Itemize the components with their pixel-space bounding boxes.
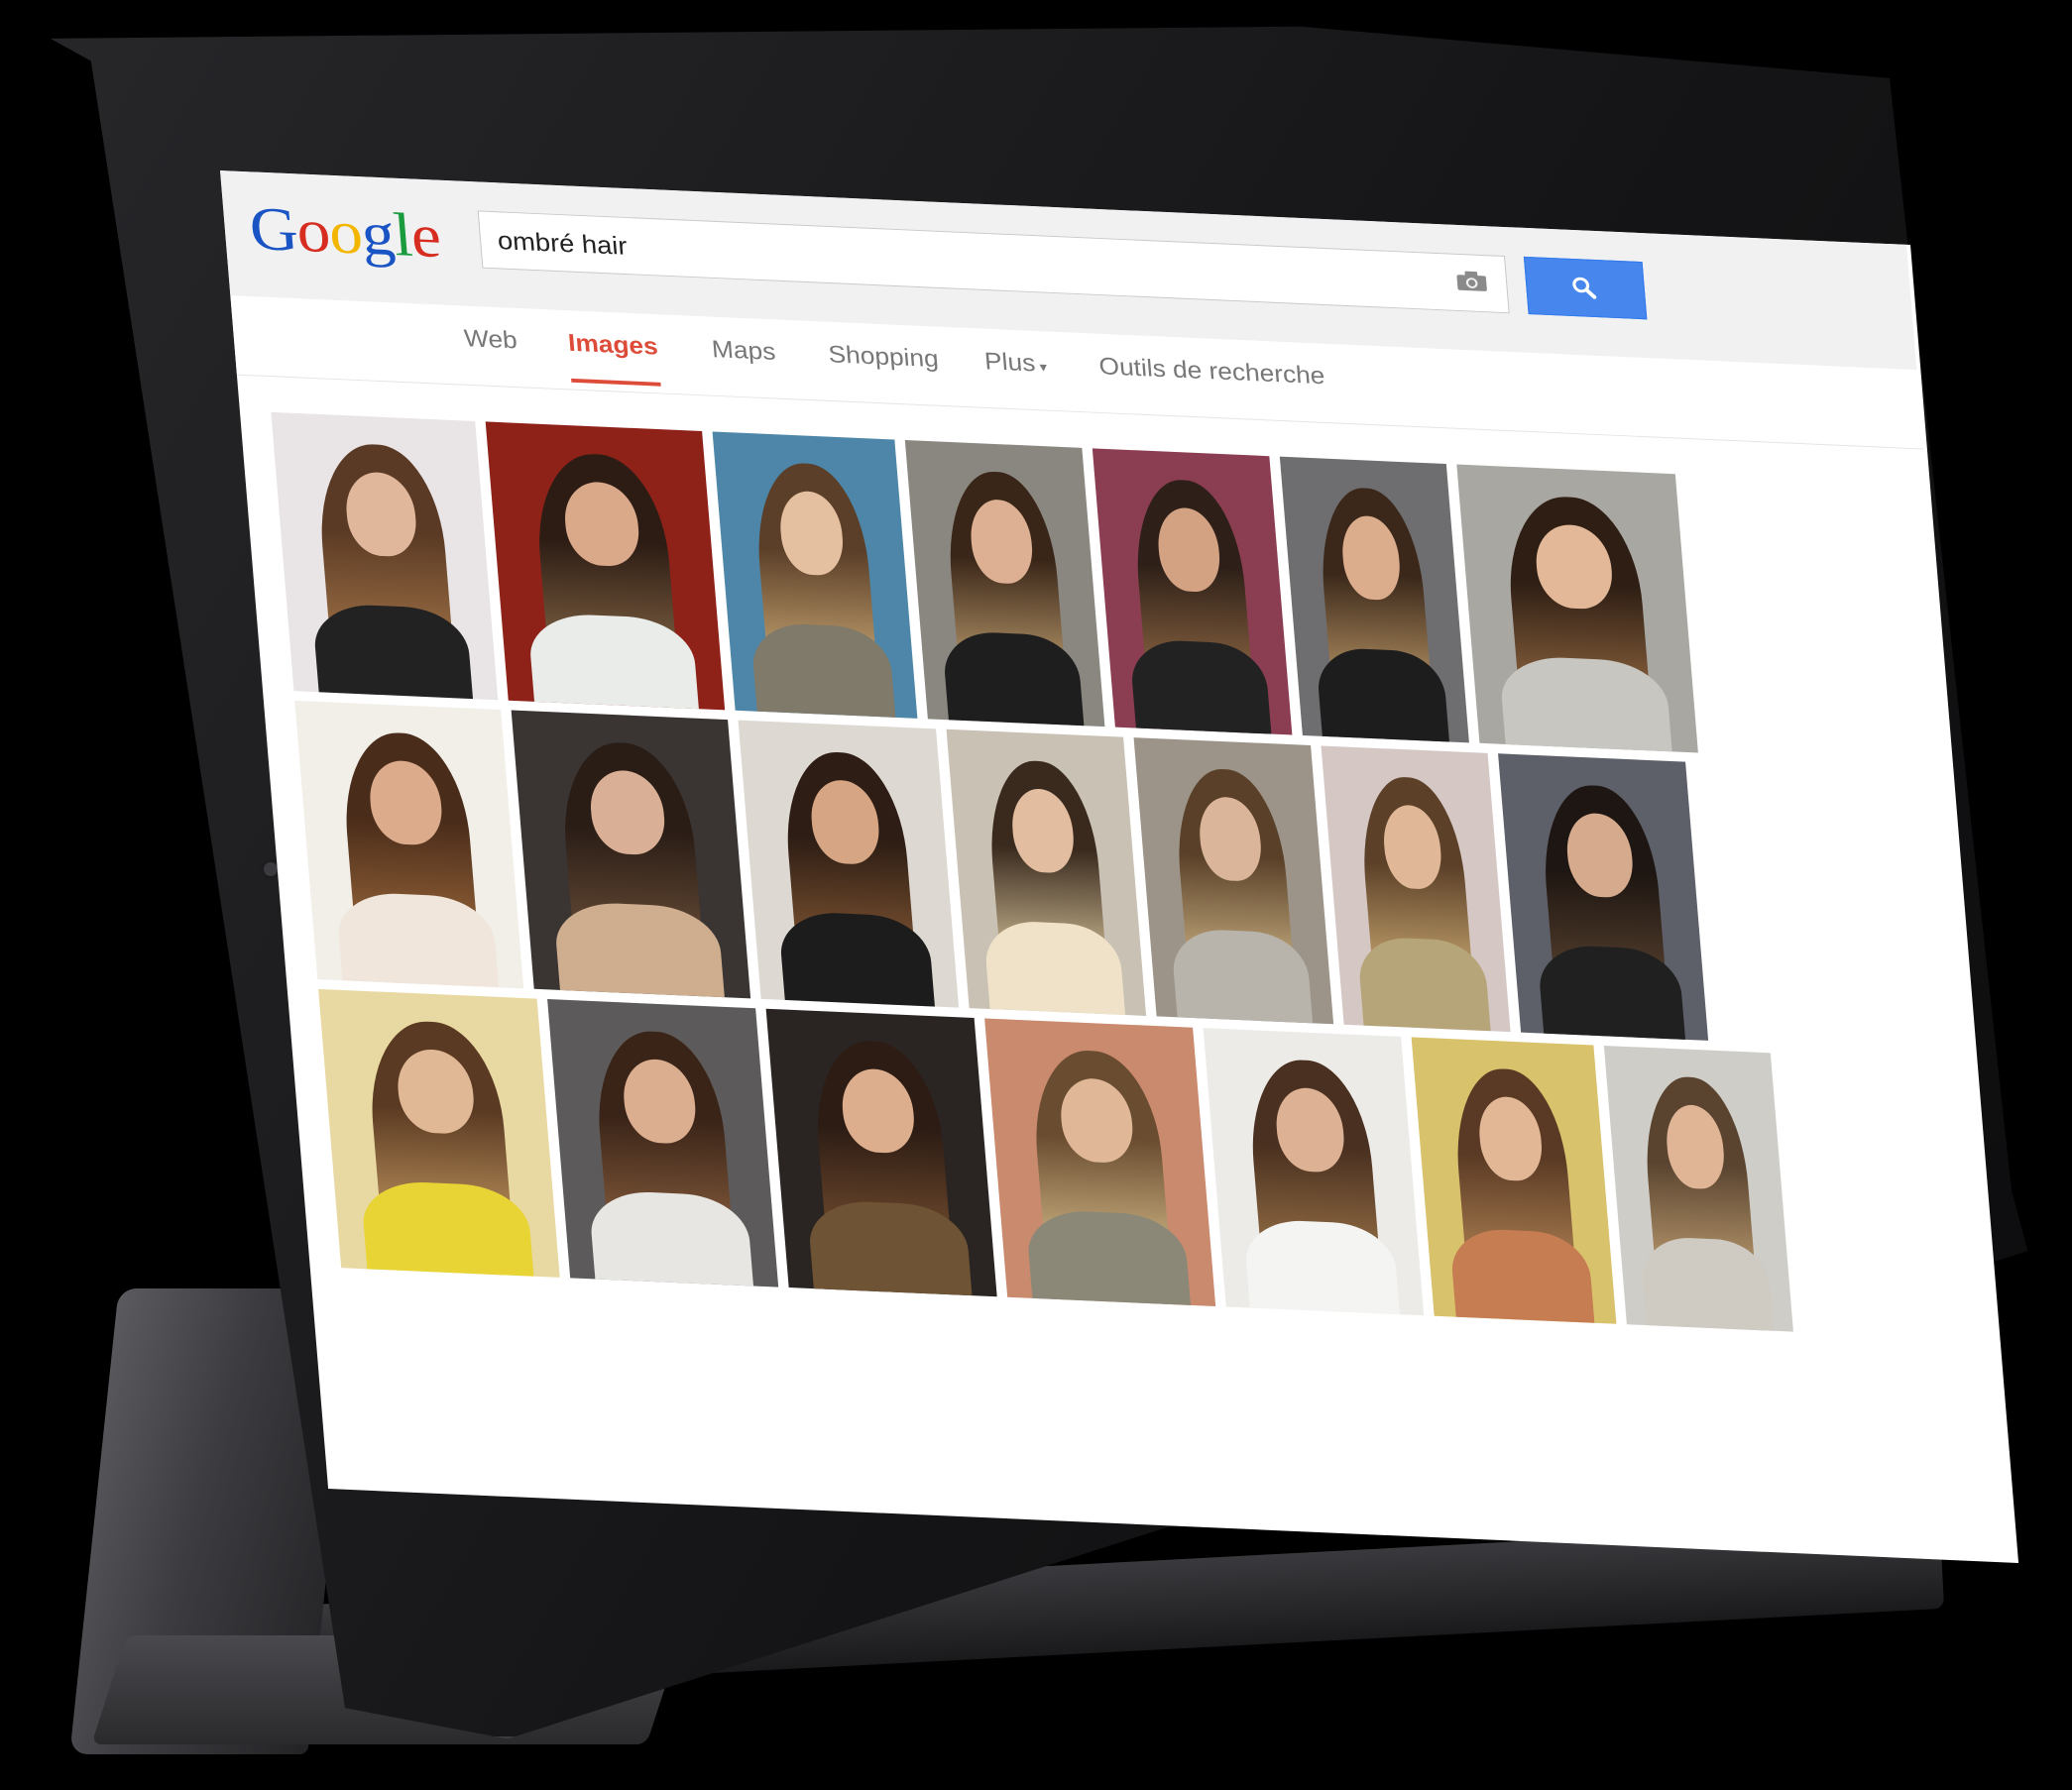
- tab-search-tools[interactable]: Outils de recherche: [1098, 353, 1328, 411]
- image-result-thumbnail[interactable]: [712, 431, 918, 719]
- camera-icon[interactable]: [1455, 270, 1488, 292]
- body-shape: [749, 621, 898, 719]
- body-shape: [1242, 1218, 1403, 1316]
- image-result-thumbnail[interactable]: [294, 700, 524, 989]
- image-result-thumbnail[interactable]: [1203, 1028, 1425, 1316]
- tab-web[interactable]: Web: [463, 325, 520, 377]
- tab-plus-label: Plus: [983, 347, 1037, 378]
- search-input[interactable]: [493, 212, 1439, 310]
- search-button[interactable]: [1523, 256, 1648, 320]
- image-result-thumbnail[interactable]: [738, 720, 960, 1008]
- body-shape: [552, 900, 727, 999]
- logo-letter: G: [247, 193, 300, 265]
- tab-maps-label: Maps: [710, 335, 777, 366]
- body-shape: [1128, 638, 1273, 735]
- body-shape: [1356, 936, 1493, 1033]
- tab-maps[interactable]: Maps: [711, 336, 778, 388]
- image-result-thumbnail[interactable]: [1279, 456, 1469, 743]
- image-result-thumbnail[interactable]: [1133, 737, 1334, 1025]
- body-shape: [1170, 928, 1315, 1025]
- image-result-thumbnail[interactable]: [946, 728, 1147, 1016]
- image-result-thumbnail[interactable]: [485, 421, 726, 711]
- image-result-thumbnail[interactable]: [1603, 1045, 1793, 1332]
- image-result-thumbnail[interactable]: [1456, 464, 1698, 753]
- body-shape: [1315, 646, 1451, 743]
- google-logo[interactable]: Google: [247, 192, 442, 272]
- body-shape: [1536, 944, 1688, 1041]
- body-shape: [1639, 1236, 1776, 1332]
- body-shape: [1448, 1227, 1597, 1324]
- front-camera-icon: [264, 862, 278, 876]
- image-result-thumbnail[interactable]: [1092, 448, 1293, 735]
- image-result-thumbnail[interactable]: [765, 1008, 997, 1297]
- body-shape: [310, 603, 476, 701]
- body-shape: [334, 891, 502, 989]
- search-icon: [1572, 277, 1597, 299]
- image-result-thumbnail[interactable]: [511, 710, 751, 999]
- browser-page: Google ombré hair Web Images Maps Shoppi…: [220, 170, 1996, 1563]
- image-result-thumbnail[interactable]: [904, 440, 1105, 727]
- image-result-thumbnail[interactable]: [318, 988, 560, 1278]
- scene: Google ombré hair Web Images Maps Shoppi…: [0, 0, 2072, 1790]
- image-result-thumbnail[interactable]: [984, 1018, 1216, 1306]
- image-result-thumbnail[interactable]: [1321, 745, 1511, 1033]
- body-shape: [982, 920, 1127, 1016]
- tab-search-tools-label: Outils de recherche: [1097, 352, 1326, 391]
- image-result-thumbnail[interactable]: [1411, 1037, 1617, 1324]
- image-result-thumbnail[interactable]: [271, 411, 499, 701]
- tab-images-label: Images: [567, 329, 659, 361]
- image-result-thumbnail[interactable]: [547, 999, 779, 1287]
- tab-images[interactable]: Images: [567, 329, 661, 387]
- image-result-thumbnail[interactable]: [1498, 753, 1709, 1041]
- logo-letter: e: [407, 200, 443, 271]
- body-shape: [777, 910, 938, 1008]
- tab-web-label: Web: [463, 324, 518, 355]
- body-shape: [526, 612, 701, 711]
- tablet-screen: Google ombré hair Web Images Maps Shoppi…: [220, 170, 2019, 1564]
- body-shape: [941, 630, 1086, 727]
- chevron-down-icon: ▾: [1039, 359, 1048, 375]
- tab-shopping-label: Shopping: [827, 340, 940, 373]
- tab-plus[interactable]: Plus ▾: [983, 348, 1050, 399]
- tab-shopping[interactable]: Shopping: [828, 341, 942, 394]
- search-box: [477, 210, 1510, 314]
